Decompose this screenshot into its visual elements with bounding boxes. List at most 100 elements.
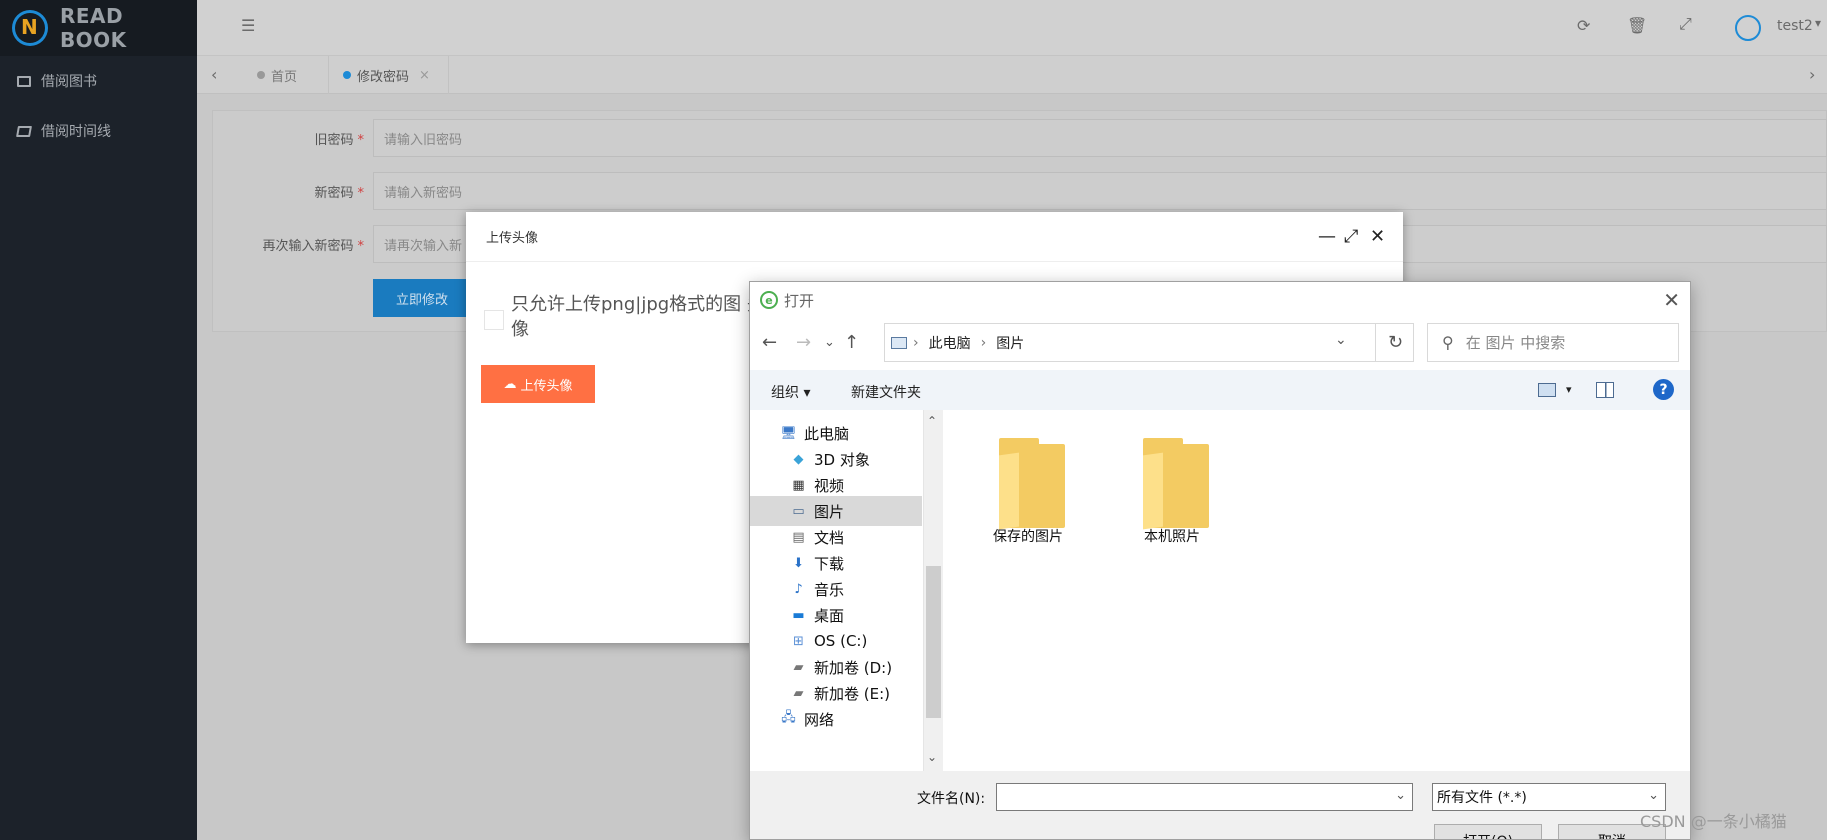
tree-label: 文档	[814, 528, 845, 547]
sidebar-item-borrow-timeline[interactable]: 借阅时间线	[0, 106, 197, 156]
modal-header: 上传头像 — ⤢ ✕	[466, 212, 1403, 262]
menu-toggle-icon[interactable]: ☰	[241, 16, 255, 35]
tab-bar: ‹ 首页 修改密码 × ›	[197, 56, 1827, 94]
tab-change-password[interactable]: 修改密码 ×	[329, 56, 449, 94]
tab-next-icon[interactable]: ›	[1809, 65, 1815, 84]
upload-avatar-button[interactable]: ☁ 上传头像	[481, 365, 595, 403]
filename-input[interactable]: ⌄	[996, 783, 1413, 811]
breadcrumb-computer[interactable]: 此电脑	[929, 333, 971, 353]
breadcrumb-pictures[interactable]: 图片	[996, 333, 1024, 353]
chevron-down-icon[interactable]: ⌄	[1395, 788, 1406, 803]
video-icon: ▦	[792, 477, 805, 493]
back-arrow-icon[interactable]: ←	[762, 332, 777, 353]
tab-label: 首页	[271, 69, 298, 85]
search-input[interactable]: ⚲ 在 图片 中搜索	[1427, 323, 1679, 362]
drive-icon: ▰	[793, 659, 804, 675]
chevron-up-icon[interactable]: ⌃	[927, 414, 937, 428]
avatar[interactable]	[1735, 15, 1761, 41]
tree-label: 音乐	[814, 580, 845, 599]
tree-item-network[interactable]: 🖧 网络	[750, 704, 922, 734]
tree-label: 3D 对象	[814, 450, 870, 469]
chevron-down-icon[interactable]: ▾	[1815, 16, 1821, 30]
drive-icon: ▰	[793, 685, 804, 701]
filetype-value: 所有文件 (*.*)	[1437, 790, 1527, 806]
folder-saved-pictures[interactable]: 保存的图片	[973, 430, 1083, 550]
recent-dropdown-icon[interactable]: ⌄	[824, 335, 835, 350]
open-button[interactable]: 打开(O)	[1434, 824, 1542, 839]
new-password-input[interactable]: 请输入新密码	[373, 172, 1827, 210]
old-password-label: 旧密码 *	[314, 132, 364, 148]
help-icon[interactable]: ?	[1653, 379, 1674, 400]
book-icon	[17, 75, 31, 87]
tree-label: 新加卷 (D:)	[814, 658, 893, 677]
tree-label: 下载	[814, 554, 845, 573]
tab-dot-icon	[343, 71, 351, 79]
view-mode-icon[interactable]	[1538, 383, 1556, 397]
document-icon: ▤	[792, 529, 805, 545]
close-icon[interactable]: ✕	[1370, 226, 1385, 247]
browser-icon: e	[760, 291, 778, 309]
tab-home[interactable]: 首页	[235, 56, 329, 94]
download-icon: ⬇	[793, 555, 804, 571]
modal-title: 上传头像	[486, 231, 539, 246]
network-icon: 🖧	[781, 710, 796, 725]
scrollbar-thumb[interactable]	[926, 566, 941, 718]
chevron-down-icon: ⌄	[1648, 788, 1659, 803]
tree-label: OS (C:)	[814, 632, 868, 650]
tab-label: 修改密码	[357, 69, 410, 85]
computer-icon: 🖥	[780, 425, 797, 441]
new-folder-button[interactable]: 新建文件夹	[851, 382, 921, 402]
preview-pane-icon[interactable]	[1596, 382, 1614, 398]
username[interactable]: test2	[1777, 18, 1813, 34]
picture-icon: ▭	[792, 503, 805, 519]
refresh-icon[interactable]: ⟳	[1577, 16, 1590, 35]
dialog-title: 打开	[784, 291, 815, 310]
tab-prev-icon[interactable]: ‹	[211, 65, 217, 84]
refresh-icon[interactable]: ↻	[1375, 324, 1415, 361]
music-icon: ♪	[794, 581, 803, 597]
close-icon[interactable]: ✕	[1663, 288, 1680, 312]
folder-name: 本机照片	[1144, 529, 1200, 545]
command-bar: 组织 ▾ 新建文件夹 ▾ ?	[750, 370, 1690, 410]
old-password-input[interactable]: 请输入旧密码	[373, 119, 1827, 157]
minimize-icon[interactable]: —	[1318, 226, 1336, 247]
tree-label: 视频	[814, 476, 845, 495]
drive-icon: ⊞	[793, 633, 804, 649]
chevron-right-icon: ›	[980, 334, 987, 351]
tree-label: 桌面	[814, 606, 845, 625]
navigation-tree: 🖥 此电脑 ◆ 3D 对象 ▦ 视频 ▭ 图片 ▤ 文档 ⬇ 下载 ♪ 音乐 ▬	[750, 410, 924, 771]
up-arrow-icon[interactable]: ↑	[844, 332, 859, 353]
chevron-down-icon[interactable]: ⌄	[927, 750, 937, 764]
file-list: 保存的图片 本机照片	[943, 410, 1690, 771]
chevron-down-icon[interactable]: ▾	[1566, 383, 1572, 396]
new-password-label: 新密码 *	[314, 185, 364, 201]
maximize-icon[interactable]: ⤢	[1344, 226, 1358, 247]
top-bar: ☰ ⟳ 🗑 ⤢ test2 ▾	[197, 0, 1827, 56]
logo: READ BOOK	[0, 0, 197, 56]
tab-dot-icon	[257, 71, 265, 79]
form-row-old: 旧密码 * 请输入旧密码	[212, 119, 1827, 157]
dialog-footer: 文件名(N): ⌄ 所有文件 (*.*) ⌄ 打开(O) 取消	[750, 771, 1690, 839]
folder-name: 保存的图片	[993, 529, 1063, 545]
tab-close-icon[interactable]: ×	[419, 68, 430, 83]
modal-checkbox[interactable]	[484, 310, 504, 330]
trash-icon[interactable]: 🗑	[1627, 16, 1647, 35]
organize-button[interactable]: 组织 ▾	[771, 382, 810, 402]
timeline-book-icon	[16, 125, 32, 137]
folder-camera-roll[interactable]: 本机照片	[1117, 430, 1227, 550]
cube-icon: ◆	[793, 451, 804, 467]
tree-label: 新加卷 (E:)	[814, 684, 891, 703]
file-open-dialog: e 打开 ✕ ← → ⌄ ↑ › 此电脑 › 图片 ⌄ ↻ ⚲ 在 图片 中搜索…	[749, 281, 1691, 840]
form-row-new: 新密码 * 请输入新密码	[212, 172, 1827, 210]
tree-scrollbar[interactable]: ⌃ ⌄	[924, 410, 943, 771]
submit-button[interactable]: 立即修改	[373, 279, 471, 317]
fullscreen-icon[interactable]: ⤢	[1679, 14, 1692, 34]
sidebar-item-borrow-books[interactable]: 借阅图书	[0, 56, 197, 106]
sidebar: READ BOOK 借阅图书 借阅时间线	[0, 0, 197, 840]
filetype-select[interactable]: 所有文件 (*.*) ⌄	[1432, 783, 1666, 811]
forward-arrow-icon[interactable]: →	[796, 332, 811, 353]
address-bar[interactable]: › 此电脑 › 图片 ⌄ ↻	[884, 323, 1414, 362]
sidebar-item-label: 借阅图书	[41, 74, 97, 90]
folder-icon	[1143, 438, 1209, 528]
chevron-down-icon[interactable]: ⌄	[1335, 332, 1347, 348]
